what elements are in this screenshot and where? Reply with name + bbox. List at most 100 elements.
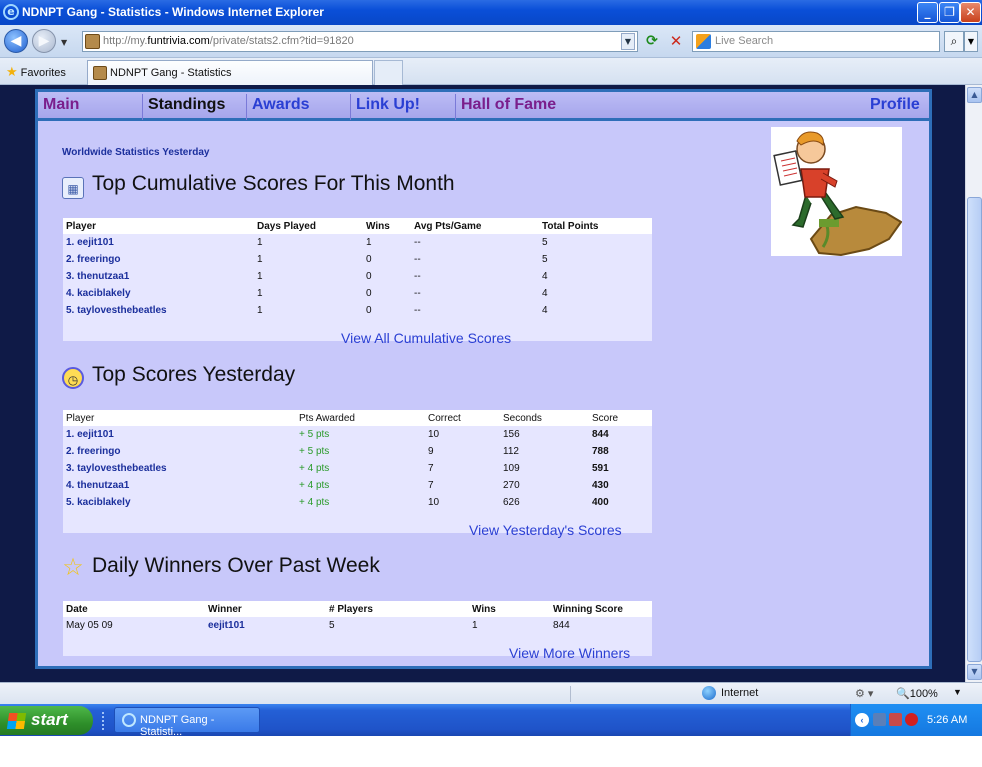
player-link[interactable]: 5. taylovesthebeatles [63, 302, 254, 319]
player-link[interactable]: 5. kaciblakely [63, 494, 296, 511]
yesterday-table: Player Pts Awarded Correct Seconds Score… [63, 410, 652, 533]
table-cell: 10 [428, 497, 440, 508]
zoom-level[interactable]: 🔍100% [896, 687, 938, 700]
nav-link-up[interactable]: Link Up! [356, 96, 420, 114]
table-row: 3. taylovesthebeatles + 4 pts 7 109 591 [63, 460, 652, 477]
favorites-button[interactable]: ★ Favorites [6, 64, 66, 80]
nav-profile[interactable]: Profile [870, 96, 920, 114]
favorites-tab-bar: ★ Favorites NDNPT Gang - Statistics [0, 58, 982, 85]
nav-standings[interactable]: Standings [148, 96, 225, 114]
table-cell: + 4 pts [299, 480, 330, 491]
window-title: NDNPT Gang - Statistics - Windows Intern… [22, 5, 324, 19]
col-header: Score [589, 410, 652, 426]
table-cell: + 5 pts [299, 446, 330, 457]
url-prefix: http://my. [103, 35, 148, 47]
table-cell: 4 [542, 271, 548, 282]
reader-cartoon-icon [771, 127, 902, 256]
table-cell: 4 [542, 305, 548, 316]
scroll-down-icon[interactable]: ▼ [967, 664, 982, 680]
search-options-dropdown-icon[interactable]: ▼ [964, 31, 978, 52]
scroll-up-icon[interactable]: ▲ [967, 87, 982, 103]
col-header: Wins [363, 218, 411, 234]
scroll-thumb[interactable] [967, 197, 982, 662]
table-cell: 1 [472, 620, 478, 631]
taskbar-item-ie[interactable]: NDNPT Gang - Statisti... [114, 707, 260, 738]
start-button[interactable]: start [0, 706, 93, 735]
table-cell: + 4 pts [299, 463, 330, 474]
vertical-scrollbar[interactable]: ▲ ▼ [965, 85, 982, 682]
player-link[interactable]: 4. thenutzaa1 [63, 477, 296, 494]
nav-main[interactable]: Main [43, 96, 79, 114]
taskbar: start NDNPT Gang - Statisti... ‹ 5:26 AM [0, 704, 982, 738]
internet-globe-icon [702, 686, 716, 700]
stop-icon[interactable]: ✕ [667, 33, 685, 51]
table-row: 1. eejit101 1 1 -- 5 [63, 234, 652, 251]
table-cell: 1 [257, 271, 263, 282]
cumulative-table: Player Days Played Wins Avg Pts/Game Tot… [63, 218, 652, 341]
table-cell: -- [414, 271, 421, 282]
table-cell: 109 [503, 463, 520, 474]
site-nav: Main Standings Awards Link Up! Hall of F… [38, 92, 929, 121]
player-link[interactable]: 1. eejit101 [63, 426, 296, 443]
start-label: start [31, 710, 68, 729]
col-header: Pts Awarded [296, 410, 425, 426]
refresh-icon[interactable]: ⟳ [643, 33, 661, 51]
table-cell: 1 [366, 237, 372, 248]
col-header: Wins [469, 601, 550, 617]
address-input[interactable]: http://my.funtrivia.com/private/stats2.c… [82, 31, 638, 52]
live-search-icon [696, 34, 711, 49]
search-input[interactable]: Live Search [692, 31, 940, 52]
table-row: 3. thenutzaa1 1 0 -- 4 [63, 268, 652, 285]
table-cell: + 4 pts [299, 497, 330, 508]
volume-icon[interactable] [889, 713, 902, 726]
page-viewport: Main Standings Awards Link Up! Hall of F… [0, 85, 965, 682]
player-link[interactable]: 2. freeringo [63, 251, 254, 268]
player-link[interactable]: 3. thenutzaa1 [63, 268, 254, 285]
system-tray: ‹ 5:26 AM [850, 704, 982, 736]
forward-button[interactable]: ▶ [32, 29, 56, 53]
address-dropdown-icon[interactable]: ▼ [621, 33, 635, 50]
player-link[interactable]: 2. freeringo [63, 443, 296, 460]
player-link[interactable]: 4. kaciblakely [63, 285, 254, 302]
protected-mode-icon[interactable]: ⚙ ▾ [855, 687, 873, 700]
nav-separator [142, 94, 143, 120]
col-header: Winning Score [550, 601, 652, 617]
close-button[interactable]: ✕ [960, 2, 981, 23]
network-icon[interactable] [873, 713, 886, 726]
table-cell: 844 [553, 620, 570, 631]
view-all-cumulative-link[interactable]: View All Cumulative Scores [341, 330, 511, 346]
calendar-icon: ▦ [62, 177, 84, 199]
taskbar-clock: 5:26 AM [927, 714, 968, 726]
tab-ndnpt-statistics[interactable]: NDNPT Gang - Statistics [87, 60, 373, 85]
search-button[interactable]: ⌕ [944, 31, 964, 52]
col-header: Days Played [254, 218, 363, 234]
star-icon: ☆ [62, 554, 84, 581]
history-dropdown-icon[interactable]: ▼ [61, 38, 67, 47]
nav-hall-of-fame[interactable]: Hall of Fame [461, 96, 556, 114]
table-cell: 0 [366, 254, 372, 265]
view-yesterday-scores-link[interactable]: View Yesterday's Scores [469, 522, 622, 538]
table-cell: 10 [428, 429, 440, 440]
table-cell: 112 [503, 446, 519, 457]
table-cell: 7 [428, 463, 434, 474]
maximize-button[interactable]: ❐ [939, 2, 960, 23]
minimize-button[interactable]: _ [917, 2, 938, 23]
window-titlebar: e NDNPT Gang - Statistics - Windows Inte… [0, 0, 982, 25]
address-toolbar: ◀ ▶ ▼ http://my.funtrivia.com/private/st… [0, 25, 982, 58]
table-row: 5. taylovesthebeatles 1 0 -- 4 [63, 302, 652, 319]
table-cell: 4 [542, 288, 548, 299]
new-tab-button[interactable] [374, 60, 403, 85]
player-link[interactable]: 3. taylovesthebeatles [63, 460, 296, 477]
table-cell: 9 [428, 446, 434, 457]
nav-awards[interactable]: Awards [252, 96, 310, 114]
worldwide-statistics-link[interactable]: Worldwide Statistics Yesterday [62, 147, 209, 158]
ie-logo-icon: e [3, 4, 19, 20]
view-more-winners-link[interactable]: View More Winners [509, 645, 630, 661]
player-link[interactable]: 1. eejit101 [63, 234, 254, 251]
tray-expand-icon[interactable]: ‹ [855, 713, 869, 727]
player-link[interactable]: eejit101 [205, 617, 326, 634]
table-cell: 626 [503, 497, 520, 508]
back-button[interactable]: ◀ [4, 29, 28, 53]
security-alert-icon[interactable] [905, 713, 918, 726]
zoom-dropdown-icon[interactable]: ▼ [953, 687, 962, 697]
